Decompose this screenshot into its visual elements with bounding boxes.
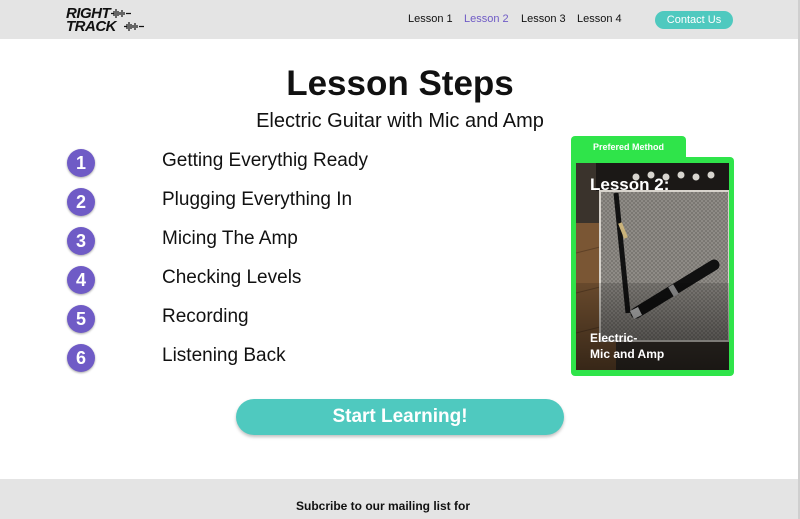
step-item: 1 Getting Everythig Ready	[67, 149, 527, 179]
step-label: Plugging Everything In	[162, 189, 353, 210]
contact-us-button[interactable]: Contact Us	[655, 11, 733, 29]
step-item: 3 Micing The Amp	[67, 227, 527, 257]
step-number-badge: 3	[67, 227, 95, 255]
step-item: 4 Checking Levels	[67, 266, 527, 296]
start-learning-button[interactable]: Start Learning!	[236, 399, 564, 435]
nav-lesson-2[interactable]: Lesson 2	[464, 13, 509, 25]
card-caption-line1: Electric-	[590, 331, 638, 345]
step-label: Checking Levels	[162, 267, 302, 288]
preferred-method-tab: Prefered Method	[571, 136, 686, 158]
card-title: Lesson 2:	[590, 175, 670, 194]
step-item: 6 Listening Back	[67, 344, 527, 374]
card-caption: Electric- Mic and Amp	[590, 330, 664, 362]
nav-lesson-4[interactable]: Lesson 4	[577, 13, 622, 25]
page-subtitle: Electric Guitar with Mic and Amp	[256, 110, 544, 132]
step-item: 2 Plugging Everything In	[67, 188, 527, 218]
step-number-badge: 4	[67, 266, 95, 294]
logo[interactable]: RIGHT TRACK	[66, 6, 144, 35]
nav-lesson-1[interactable]: Lesson 1	[408, 13, 453, 25]
step-item: 5 Recording	[67, 305, 527, 335]
site-header: RIGHT TRACK Lesson 1 Lesson 2 Lesson 3 L…	[0, 0, 798, 39]
step-number-badge: 1	[67, 149, 95, 177]
nav-lesson-3[interactable]: Lesson 3	[521, 13, 566, 25]
step-number-badge: 5	[67, 305, 95, 333]
step-label: Getting Everythig Ready	[162, 150, 368, 171]
soundwave-icon	[124, 22, 144, 31]
mailing-list-text: Subcribe to our mailing list for	[295, 499, 470, 513]
step-number-badge: 6	[67, 344, 95, 372]
lesson-2-card[interactable]: Lesson 2: Electric- Mic and Amp	[571, 157, 734, 376]
step-label: Recording	[162, 306, 249, 327]
step-label: Listening Back	[162, 345, 286, 366]
page-title: Lesson Steps	[286, 64, 514, 103]
amp-mic-photo: Lesson 2: Electric- Mic and Amp	[576, 163, 729, 370]
site-footer: Subcribe to our mailing list for	[0, 479, 798, 519]
step-label: Micing The Amp	[162, 228, 298, 249]
card-caption-line2: Mic and Amp	[590, 347, 665, 361]
step-number-badge: 2	[67, 188, 95, 216]
logo-text-line2: TRACK	[66, 18, 117, 35]
page: RIGHT TRACK Lesson 1 Lesson 2 Lesson 3 L…	[0, 0, 800, 519]
